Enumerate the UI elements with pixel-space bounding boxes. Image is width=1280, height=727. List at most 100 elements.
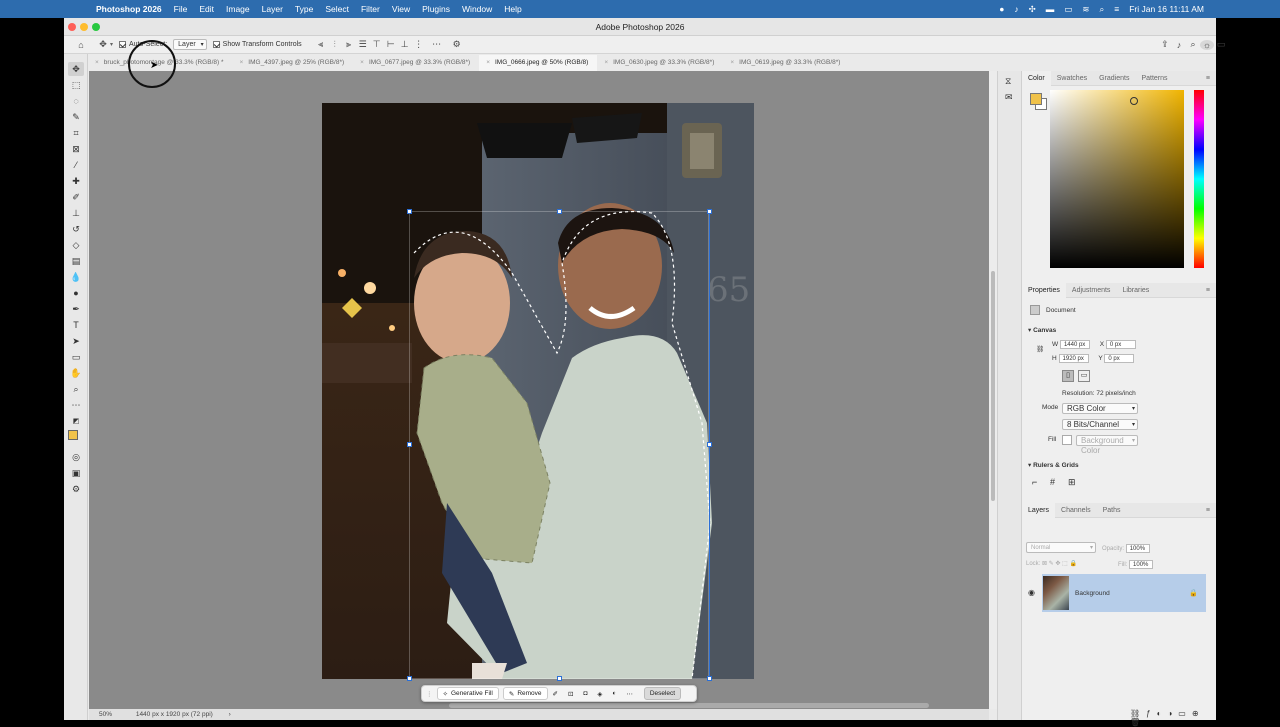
opacity-field[interactable]: 100% xyxy=(1125,544,1150,553)
menu-app-name[interactable]: Photoshop 2026 xyxy=(96,4,162,14)
menu-window[interactable]: Window xyxy=(462,4,492,14)
close-tab-icon[interactable]: × xyxy=(240,59,244,66)
deselect-button[interactable]: Deselect xyxy=(643,687,682,700)
frame-tool-icon[interactable]: ⊠ xyxy=(68,142,84,156)
default-colors-icon[interactable]: ◩ xyxy=(68,414,84,428)
tab-properties[interactable]: Properties xyxy=(1022,282,1066,298)
transform-selection-icon[interactable]: ⊡ xyxy=(563,687,578,700)
blend-mode-dropdown[interactable]: Normal xyxy=(1026,542,1096,553)
blur-tool-icon[interactable]: 💧 xyxy=(68,270,84,284)
align-center-h-icon[interactable]: ⫶ xyxy=(328,39,342,50)
auto-select-target-dropdown[interactable]: Layer xyxy=(173,39,207,50)
lock-artboard-icon[interactable]: ⬚ xyxy=(1062,561,1068,567)
tab-libraries[interactable]: Libraries xyxy=(1116,283,1155,298)
spotlight-search-icon[interactable]: ⌕ xyxy=(1099,4,1104,15)
panel-menu-icon[interactable]: ≡ xyxy=(1200,503,1216,518)
type-tool-icon[interactable]: T xyxy=(68,318,84,332)
width-field[interactable]: 1440 px xyxy=(1059,340,1090,349)
tab-layers[interactable]: Layers xyxy=(1022,502,1056,518)
align-bottom-icon[interactable]: ⊥ xyxy=(398,39,412,50)
remove-button[interactable]: ✎ Remove xyxy=(502,687,548,700)
zoom-level[interactable]: 50% xyxy=(99,711,112,718)
hue-slider[interactable] xyxy=(1194,90,1204,268)
mask-icon[interactable]: ◘ xyxy=(578,687,592,700)
zoom-window-button[interactable] xyxy=(92,23,100,31)
transform-handle[interactable] xyxy=(557,676,562,681)
layer-lock-icon[interactable]: 🔒 xyxy=(1189,589,1198,597)
close-tab-icon[interactable]: × xyxy=(604,59,608,66)
crop-tool-icon[interactable]: ⌗ xyxy=(68,126,84,140)
menu-view[interactable]: View xyxy=(392,4,410,14)
menu-filter[interactable]: Filter xyxy=(361,4,380,14)
lasso-tool-icon[interactable]: ◌ xyxy=(68,94,84,108)
landscape-orientation-icon[interactable]: ▭ xyxy=(1078,370,1090,382)
menu-help[interactable]: Help xyxy=(504,4,521,14)
minimize-window-button[interactable] xyxy=(80,23,88,31)
tab-document-active[interactable]: × IMG_0666.jpeg @ 50% (RGB/8) xyxy=(479,55,598,71)
menu-type[interactable]: Type xyxy=(295,4,313,14)
home-icon[interactable]: ⌂ xyxy=(74,40,88,50)
foreground-color-chip[interactable] xyxy=(1030,93,1042,105)
quick-mask-icon[interactable]: ◎ xyxy=(68,450,84,464)
notifications-icon[interactable]: ♪ xyxy=(1172,40,1186,50)
pinwheel-icon[interactable]: ✣ xyxy=(1029,4,1036,15)
align-right-icon[interactable]: ⫸ xyxy=(342,39,356,50)
drag-handle-icon[interactable]: ⋮ xyxy=(426,690,433,698)
transform-handle[interactable] xyxy=(557,209,562,214)
tab-document[interactable]: × IMG_0677.jpeg @ 33.3% (RGB/8*) xyxy=(353,55,479,71)
gradient-tool-icon[interactable]: ▤ xyxy=(68,254,84,268)
distribute-v-icon[interactable]: ⋮ xyxy=(412,39,426,50)
lock-all-icon[interactable]: 🔒 xyxy=(1069,561,1076,567)
close-window-button[interactable] xyxy=(68,23,76,31)
transform-handle[interactable] xyxy=(407,676,412,681)
align-middle-v-icon[interactable]: ⊢ xyxy=(384,39,398,50)
layer-fill-field[interactable]: 100% xyxy=(1129,560,1154,569)
tab-paths[interactable]: Paths xyxy=(1097,503,1127,518)
healing-brush-icon[interactable]: ✚ xyxy=(68,174,84,188)
guides-icon[interactable]: ⊞ xyxy=(1068,477,1076,488)
mode-dropdown[interactable]: RGB Color xyxy=(1062,403,1138,414)
adjustment-icon[interactable]: ◐ xyxy=(607,687,621,700)
object-select-tool-icon[interactable]: ✎ xyxy=(68,110,84,124)
brush-tool-icon[interactable]: ✐ xyxy=(68,190,84,204)
menu-layer[interactable]: Layer xyxy=(262,4,283,14)
generative-fill-button[interactable]: ✧ Generative Fill xyxy=(436,687,499,700)
battery-icon[interactable]: ▭ xyxy=(1064,4,1072,15)
pen-tool-icon[interactable]: ✒ xyxy=(68,302,84,316)
bit-depth-dropdown[interactable]: 8 Bits/Channel xyxy=(1062,419,1138,430)
lock-position-icon[interactable]: ✥ xyxy=(1055,561,1060,567)
more-icon[interactable]: ⋯ xyxy=(621,687,638,700)
eyedropper-tool-icon[interactable]: ⁄ xyxy=(68,158,84,172)
show-transform-checkbox[interactable] xyxy=(212,41,220,48)
screen-mode-icon[interactable]: ▣ xyxy=(68,466,84,480)
vertical-scrollbar[interactable] xyxy=(989,71,997,709)
move-tool-preset-icon[interactable]: ✥ xyxy=(96,39,110,50)
link-icon[interactable]: ⛓ xyxy=(1036,345,1044,353)
history-panel-icon[interactable]: ⧖ xyxy=(1005,76,1011,87)
workspace-icon[interactable]: ▭ xyxy=(1214,39,1228,50)
rectangle-tool-icon[interactable]: ▭ xyxy=(68,350,84,364)
tab-gradients[interactable]: Gradients xyxy=(1093,71,1135,86)
zoom-tool-icon[interactable]: ⌕ xyxy=(68,382,84,396)
menu-select[interactable]: Select xyxy=(325,4,349,14)
more-options-icon[interactable]: ⋯ xyxy=(430,39,444,50)
dodge-tool-icon[interactable]: ● xyxy=(68,286,84,300)
lock-transparency-icon[interactable]: ⊠ xyxy=(1042,561,1047,567)
align-left-icon[interactable]: ⫷ xyxy=(314,39,328,50)
clock-datetime[interactable]: Fri Jan 16 11:11 AM xyxy=(1129,4,1204,14)
share-icon[interactable]: ⇪ xyxy=(1158,39,1172,50)
comments-panel-icon[interactable]: ✉ xyxy=(1005,92,1013,103)
tab-document[interactable]: × IMG_0619.jpeg @ 33.3% (RGB/8*) xyxy=(723,55,849,71)
display-icon[interactable]: ▬ xyxy=(1046,4,1055,14)
preset-chevron-icon[interactable]: ▾ xyxy=(110,41,113,48)
bell-icon[interactable]: ♪ xyxy=(1014,4,1018,14)
transform-handle[interactable] xyxy=(707,676,712,681)
height-field[interactable]: 1920 px xyxy=(1058,354,1089,363)
artboard-tool-icon[interactable]: ⬚ xyxy=(68,78,84,92)
menu-file[interactable]: File xyxy=(174,4,188,14)
close-tab-icon[interactable]: × xyxy=(360,59,364,66)
canvas-section-title[interactable]: Canvas xyxy=(1033,327,1056,334)
transform-handle[interactable] xyxy=(707,442,712,447)
align-top-icon[interactable]: ⊤ xyxy=(370,39,384,50)
layer-name[interactable]: Background xyxy=(1075,590,1110,597)
